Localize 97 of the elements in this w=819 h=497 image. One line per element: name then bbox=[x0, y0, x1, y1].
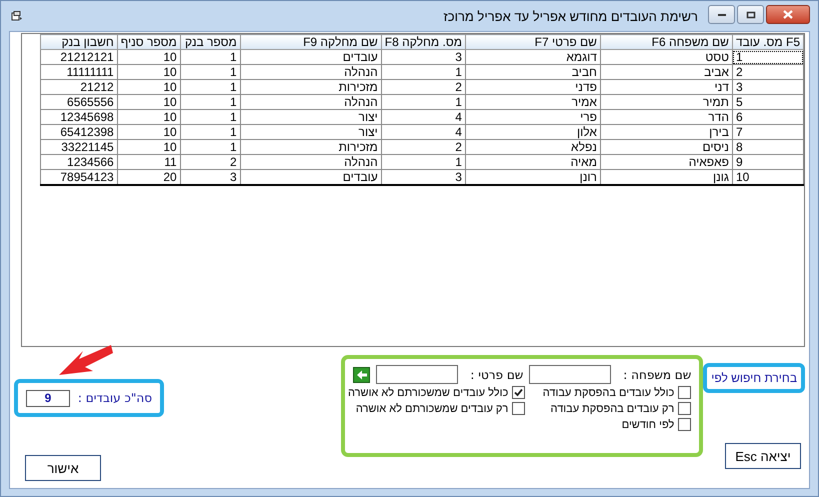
table-cell: אלון bbox=[465, 124, 600, 140]
table-cell: 6 bbox=[732, 110, 804, 124]
table-cell: 1 bbox=[180, 64, 240, 80]
exit-button[interactable]: יציאה Esc bbox=[725, 443, 801, 469]
table-cell: הדר bbox=[600, 110, 732, 124]
window-icon bbox=[11, 10, 23, 22]
table-cell: רונן bbox=[465, 170, 600, 185]
column-header[interactable]: מס. מחלקה F8 bbox=[381, 34, 466, 50]
table-cell: 2 bbox=[381, 140, 466, 154]
table-cell: חביב bbox=[465, 64, 600, 80]
table-cell: 10 bbox=[732, 170, 804, 185]
table-cell: 1 bbox=[381, 64, 466, 80]
column-header[interactable]: מספר בנק bbox=[180, 34, 240, 50]
table-cell: 1 bbox=[180, 124, 240, 140]
ok-button[interactable]: אישור bbox=[25, 455, 101, 481]
table-cell: נפלא bbox=[465, 140, 600, 154]
field-label: שם משפחה : bbox=[623, 368, 692, 382]
table-cell: 10 bbox=[117, 94, 180, 110]
table-cell: ניסים bbox=[600, 140, 732, 154]
checkbox-label[interactable]: לפי חודשים bbox=[622, 418, 674, 430]
table-cell: 1 bbox=[381, 94, 466, 110]
table-cell: 8 bbox=[732, 140, 804, 154]
checkbox-label[interactable]: כולל עובדים בהפסקת עבודה bbox=[542, 386, 674, 398]
text-field[interactable] bbox=[529, 365, 612, 384]
close-button[interactable] bbox=[766, 5, 810, 24]
table-cell: תמיר bbox=[600, 94, 732, 110]
table-cell: 1 bbox=[381, 154, 466, 170]
table-cell: 1 bbox=[180, 80, 240, 94]
table-cell: הנהלה bbox=[240, 64, 382, 80]
table-cell: מזכירות bbox=[240, 80, 382, 94]
table-cell: 10 bbox=[117, 110, 180, 124]
table-cell: מאיה bbox=[465, 154, 600, 170]
table-cell: 10 bbox=[117, 124, 180, 140]
column-header[interactable]: חשבון בנק bbox=[40, 34, 118, 50]
table-cell: 10 bbox=[117, 64, 180, 80]
table-cell: עובדים bbox=[240, 170, 382, 185]
table-cell: 3 bbox=[180, 170, 240, 185]
table-cell: 9 bbox=[732, 154, 804, 170]
table-cell: דוגמא bbox=[465, 50, 600, 64]
checkbox[interactable] bbox=[678, 386, 692, 399]
checkbox[interactable] bbox=[678, 402, 692, 415]
checkbox[interactable] bbox=[678, 418, 692, 431]
table-cell: 2 bbox=[732, 64, 804, 80]
close-icon bbox=[782, 10, 794, 19]
table-cell: 1 bbox=[180, 50, 240, 64]
column-header[interactable]: שם מחלקה F9 bbox=[240, 34, 382, 50]
table-cell: אמיר bbox=[465, 94, 600, 110]
table-cell: דני bbox=[600, 80, 732, 94]
checkbox[interactable] bbox=[512, 386, 526, 399]
total-label: סה"כ עובדים : bbox=[78, 391, 152, 405]
table-cell: 5 bbox=[732, 94, 804, 110]
table-cell: 3 bbox=[381, 50, 466, 64]
table-cell: פאפאיה bbox=[600, 154, 732, 170]
table-cell: 20 bbox=[117, 170, 180, 185]
table-cell: הנהלה bbox=[240, 154, 382, 170]
table-cell: 4 bbox=[381, 124, 466, 140]
maximize-icon bbox=[746, 10, 756, 18]
minimize-button[interactable] bbox=[708, 5, 735, 24]
table-cell: 2 bbox=[180, 154, 240, 170]
table-cell: 1 bbox=[180, 140, 240, 154]
table-cell: 1 bbox=[180, 110, 240, 124]
column-header[interactable]: שם משפחה F6 bbox=[600, 34, 732, 50]
field-label: שם פרטי : bbox=[470, 368, 524, 382]
table-cell: הנהלה bbox=[240, 94, 382, 110]
table-cell: פדני bbox=[465, 80, 600, 94]
table-cell: 3 bbox=[732, 80, 804, 94]
table-cell: 3 bbox=[381, 170, 466, 185]
table-cell: גונן bbox=[600, 170, 732, 185]
table-cell: 7 bbox=[732, 124, 804, 140]
table-cell: 1 bbox=[180, 94, 240, 110]
window-title: רשימת העובדים מחודש אפריל עד אפריל מרוכז bbox=[442, 8, 699, 24]
text-field[interactable] bbox=[376, 365, 458, 384]
table-cell: 2 bbox=[381, 80, 466, 94]
table-cell: 1 bbox=[732, 50, 804, 64]
table-cell: טסט bbox=[600, 50, 732, 64]
table-cell: 10 bbox=[117, 50, 180, 64]
checkbox-label[interactable]: רק עובדים בהפסקת עבודה bbox=[550, 402, 674, 414]
maximize-button[interactable] bbox=[737, 5, 764, 24]
checkbox[interactable] bbox=[512, 402, 526, 415]
table-cell: 4 bbox=[381, 110, 466, 124]
table-cell: 10 bbox=[117, 140, 180, 154]
checkbox-label[interactable]: כולל עובדים שמשכורתם לא אושרה bbox=[348, 386, 508, 398]
table-cell: יצור bbox=[240, 124, 382, 140]
total-field: 9 bbox=[26, 390, 70, 406]
table-cell: פרי bbox=[465, 110, 600, 124]
table-cell: אביב bbox=[600, 64, 732, 80]
table-cell: 11 bbox=[117, 154, 180, 170]
search-by-label: בחירת חיפוש לפי bbox=[703, 363, 805, 393]
column-header[interactable]: שם פרטי F7 bbox=[465, 34, 600, 50]
table-cell: 10 bbox=[117, 80, 180, 94]
table-cell: מזכירות bbox=[240, 140, 382, 154]
table-cell: עובדים bbox=[240, 50, 382, 64]
column-header[interactable]: F5 מס. עובד bbox=[732, 34, 804, 50]
checkbox-label[interactable]: רק עובדים שמשכורתם לא אושרה bbox=[356, 402, 508, 414]
table-cell: בירן bbox=[600, 124, 732, 140]
column-header[interactable]: מספר סניף bbox=[117, 34, 180, 50]
table-cell: יצור bbox=[240, 110, 382, 124]
